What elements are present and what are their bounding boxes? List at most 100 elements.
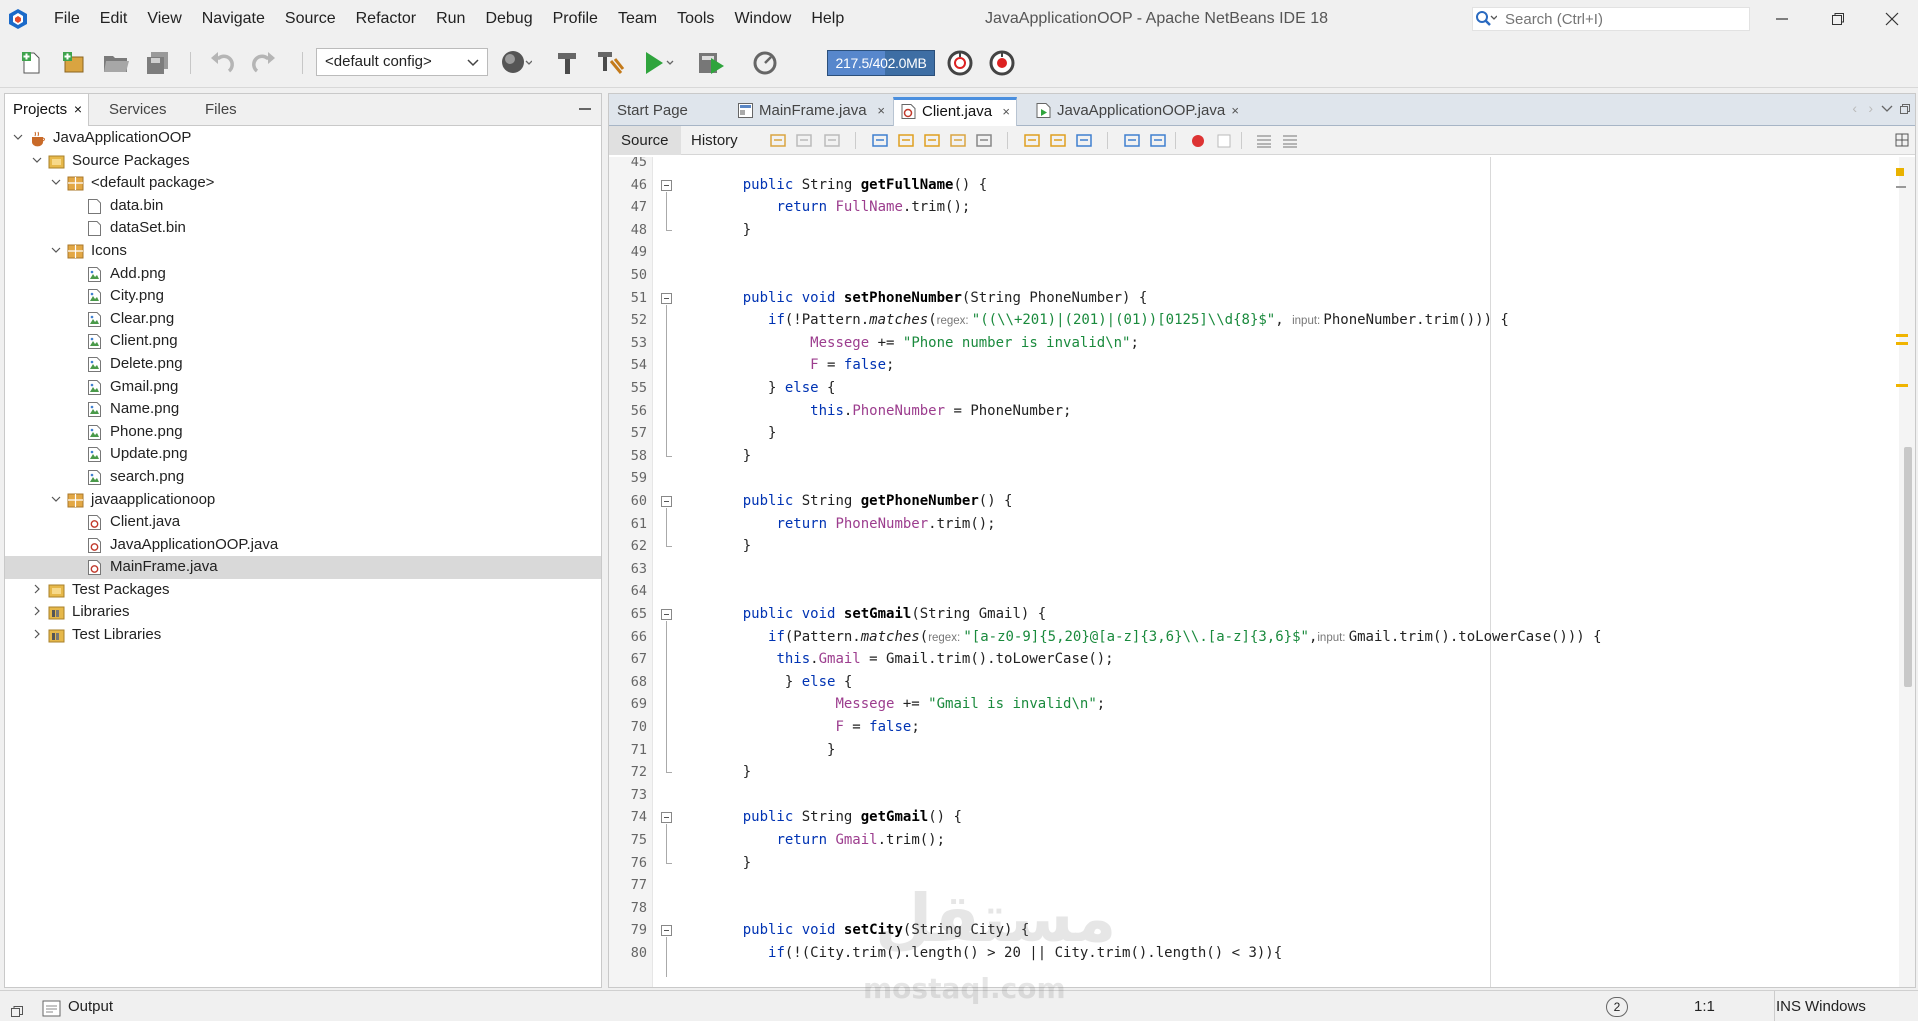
code-line[interactable]: 77 [609,874,1899,897]
code-line[interactable]: 59 [609,467,1899,490]
code-line[interactable]: 62 } [609,535,1899,558]
pause-io-checks-button[interactable] [944,47,976,79]
editor-tab-client[interactable]: Client.java × [893,97,1017,126]
line-endings[interactable]: Windows (CRLF) [1805,991,1918,1021]
search-input[interactable] [1499,10,1739,28]
profile-ide-button[interactable] [986,47,1018,79]
profile-project-button[interactable] [752,47,784,79]
code-line[interactable]: 74 public String getGmail() { [609,806,1899,829]
split-editor-icon[interactable] [1895,133,1909,151]
tab-source[interactable]: Source [609,126,681,155]
tree-item[interactable]: Name.png [5,398,601,421]
fold-toggle-icon[interactable] [661,925,672,937]
output-window-icon[interactable] [10,999,24,1021]
shift-right-icon[interactable] [1149,132,1167,150]
code-line[interactable]: 80 if(!(City.trim().length() > 20 || Cit… [609,942,1899,965]
close-window-button[interactable] [1864,0,1918,38]
code-line[interactable]: 58 } [609,445,1899,468]
find-next-icon[interactable] [923,132,941,150]
tree-item[interactable]: Update.png [5,443,601,466]
minimize-panel-button[interactable] [579,108,591,110]
tab-projects[interactable]: Projects × [5,94,89,126]
start-macro-icon[interactable] [1189,132,1207,150]
chevron-right-icon[interactable] [30,624,44,653]
menu-run[interactable]: Run [426,0,475,38]
fold-toggle-icon[interactable] [661,496,672,507]
menu-view[interactable]: View [137,0,191,38]
code-line[interactable]: 78 [609,897,1899,920]
configuration-select[interactable]: <default config> [316,48,488,76]
tree-item[interactable]: Gmail.png [5,376,601,399]
notifications-badge[interactable]: 2 [1606,997,1628,1017]
code-line[interactable]: 75 return Gmail.trim(); [609,829,1899,852]
toggle-highlight-icon[interactable] [949,132,967,150]
code-line[interactable]: 79 public void setCity(String City) { [609,919,1899,942]
tree-item[interactable]: Test Packages [5,579,601,602]
tree-item[interactable]: JavaApplicationOOP.java [5,534,601,557]
last-edit-icon[interactable] [769,132,787,150]
tree-item[interactable]: search.png [5,466,601,489]
output-icon[interactable] [42,998,62,1021]
code-line[interactable]: 49 [609,241,1899,264]
code-line[interactable]: 47 return FullName.trim(); [609,196,1899,219]
menu-help[interactable]: Help [801,0,854,38]
restore-window-button[interactable] [1810,0,1866,38]
insert-mode[interactable]: INS [1776,991,1801,1021]
run-project-button[interactable] [642,47,674,79]
code-line[interactable]: 52 if(!Pattern.matches(regex: "((\\+201)… [609,309,1899,332]
memory-usage-indicator[interactable]: 217.5/402.0MB [827,50,935,76]
close-icon[interactable]: × [877,97,885,124]
shift-left-icon[interactable] [1123,132,1141,150]
code-line[interactable]: 68 } else { [609,671,1899,694]
warning-marker[interactable] [1896,334,1908,337]
build-project-button[interactable] [552,47,584,79]
tab-history[interactable]: History [679,126,750,155]
close-icon[interactable]: × [74,94,82,125]
code-line[interactable]: 60 public String getPhoneNumber() { [609,490,1899,513]
forward-icon[interactable] [823,132,841,150]
tab-services[interactable]: Services [101,94,175,125]
output-label[interactable]: Output [68,991,113,1021]
code-line[interactable]: 64 [609,580,1899,603]
code-line[interactable]: 76 } [609,852,1899,875]
menu-window[interactable]: Window [724,0,801,38]
open-project-button[interactable] [100,47,132,79]
code-line[interactable]: 73 [609,784,1899,807]
toggle-rect-select-icon[interactable] [975,132,993,150]
menu-debug[interactable]: Debug [475,0,542,38]
scroll-tabs-left-icon[interactable]: ‹ [1852,100,1857,116]
menu-navigate[interactable]: Navigate [192,0,275,38]
new-project-button[interactable] [58,47,90,79]
tree-item[interactable]: Add.png [5,263,601,286]
search-box[interactable] [1472,7,1750,31]
minimize-window-button[interactable] [1754,0,1810,38]
save-all-button[interactable] [142,47,174,79]
maximize-editor-icon[interactable] [1899,102,1911,119]
fold-toggle-icon[interactable] [661,609,672,620]
tree-item[interactable]: Test Libraries [5,624,601,647]
back-icon[interactable] [795,132,813,150]
warning-marker[interactable] [1896,342,1908,345]
stop-macro-icon[interactable] [1215,132,1233,150]
close-icon[interactable]: × [1231,97,1239,124]
code-line[interactable]: 48 } [609,219,1899,242]
tree-item[interactable]: dataSet.bin [5,217,601,240]
code-line[interactable]: 65 public void setGmail(String Gmail) { [609,603,1899,626]
redo-button[interactable] [248,47,280,79]
tree-item[interactable]: JavaApplicationOOP [5,127,601,150]
warning-marker[interactable] [1896,168,1904,176]
code-line[interactable]: 66 if(Pattern.matches(regex: "[a-z0-9]{5… [609,626,1899,649]
code-line[interactable]: 53 Messege += "Phone number is invalid\n… [609,332,1899,355]
code-line[interactable]: 67 this.Gmail = Gmail.trim().toLowerCase… [609,648,1899,671]
code-line[interactable]: 63 [609,558,1899,581]
tree-item[interactable]: Clear.png [5,308,601,331]
code-line[interactable]: 51 public void setPhoneNumber(String Pho… [609,287,1899,310]
tree-item[interactable]: Phone.png [5,421,601,444]
find-selection-icon[interactable] [871,132,889,150]
fold-toggle-icon[interactable] [661,812,672,824]
tree-item[interactable]: Delete.png [5,353,601,376]
code-line[interactable]: 70 F = false; [609,716,1899,739]
undo-button[interactable] [206,47,238,79]
tree-item[interactable]: Client.java [5,511,601,534]
menu-tools[interactable]: Tools [667,0,724,38]
